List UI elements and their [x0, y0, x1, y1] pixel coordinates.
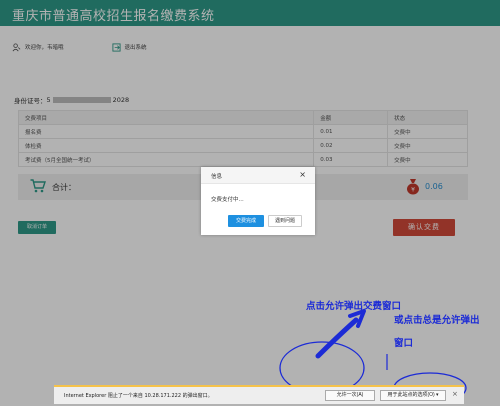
ie-popup-blocker-bar: Internet Explorer 阻止了一个来自 10.28.171.222 …	[54, 385, 464, 404]
annotation-note-window: 窗口	[394, 338, 414, 349]
dialog-message: 交费支付中...	[211, 197, 244, 203]
site-options-button[interactable]: 用于此站点的选项(O) ▾	[380, 390, 446, 401]
dialog-title: 信息	[211, 174, 223, 180]
close-icon[interactable]: ×	[299, 170, 306, 179]
ie-popup-message: Internet Explorer 阻止了一个来自 10.28.171.222 …	[64, 393, 213, 399]
allow-once-button[interactable]: 允许一次(A)	[325, 390, 375, 401]
ie-bar-close-icon[interactable]: ×	[452, 390, 458, 398]
payment-dialog: 信息 × 交费支付中... 交费完成 遇到问题	[201, 167, 315, 235]
annotation-note-always: 或点击总是允许弹出	[394, 315, 480, 326]
annotation-note-allow: 点击允许弹出交费窗口	[306, 301, 402, 312]
dialog-header: 信息 ×	[201, 167, 315, 184]
problem-button[interactable]: 遇到问题	[268, 215, 302, 227]
payment-complete-button[interactable]: 交费完成	[228, 215, 264, 227]
